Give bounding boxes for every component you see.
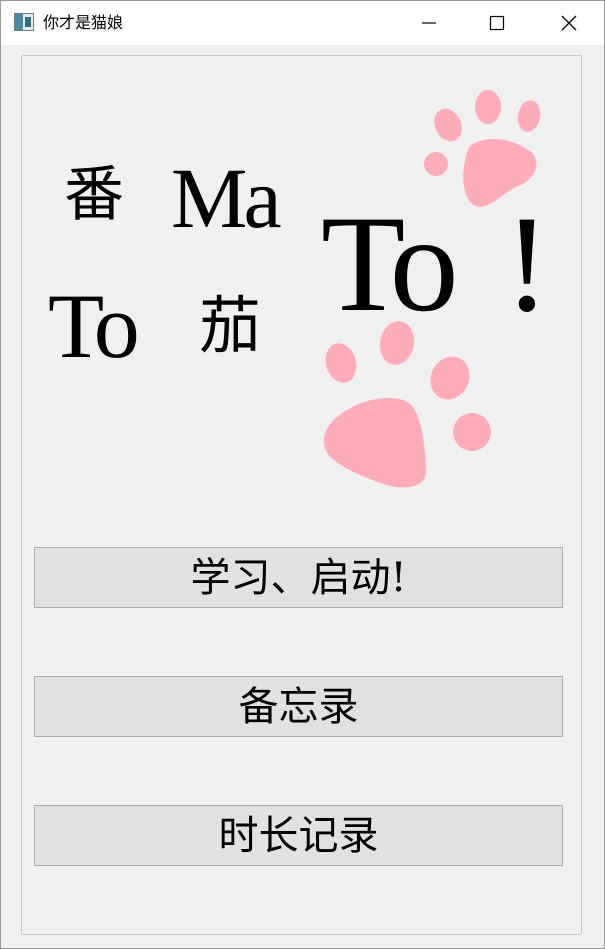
window-title: 你才是猫娘 (43, 13, 124, 32)
logo-text-to-big: To (321, 187, 459, 340)
memo-label: 备忘录 (238, 683, 359, 730)
app-window-icon[interactable] (14, 13, 34, 31)
logo-text-to-small: To (48, 275, 140, 377)
close-icon (561, 15, 577, 31)
logo-exclamation: ! (504, 187, 550, 340)
memo-button[interactable]: 备忘录 (34, 676, 563, 737)
minimize-icon (422, 22, 436, 24)
start-study-button[interactable]: 学习、启动! (34, 547, 563, 608)
maximize-icon (489, 15, 505, 31)
time-log-button[interactable]: 时长记录 (34, 805, 563, 866)
close-button[interactable] (535, 1, 603, 45)
time-log-label: 时长记录 (218, 812, 379, 859)
logo-text-ma: Ma (171, 150, 282, 246)
maximize-button[interactable] (463, 1, 531, 45)
minimize-button[interactable] (395, 1, 463, 45)
logo-char-fan: 番 (64, 160, 124, 230)
title-bar[interactable]: 你才是猫娘 (1, 1, 604, 45)
main-panel: 番 Ma To 茄 To ! 学习、启动! 备忘录 时长记录 (1, 45, 604, 948)
start-study-label: 学习、启动! (190, 554, 407, 601)
logo-char-qie: 茄 (199, 289, 262, 362)
app-window: 你才是猫娘 番 Ma To 茄 To ! 学习、启动! 备忘录 时长记录 (0, 0, 605, 949)
